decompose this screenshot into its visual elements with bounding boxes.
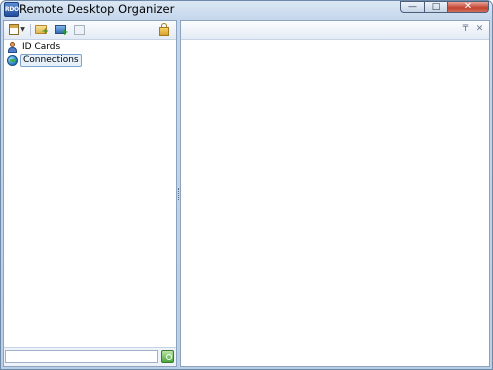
tree-item-label: Connections <box>20 53 82 67</box>
new-document-dropdown[interactable]: ▼ <box>19 23 26 36</box>
copy-icon <box>73 24 85 35</box>
filter-bar <box>4 347 176 366</box>
caption-buttons: — □ ✕ <box>400 1 489 13</box>
title-bar[interactable]: RDO Remote Desktop Organizer — □ ✕ <box>1 1 492 18</box>
session-pane-header: ₸ ✕ <box>181 21 489 40</box>
lock-button[interactable] <box>157 22 171 36</box>
tree-item-connections[interactable]: Connections <box>4 53 176 67</box>
id-card-icon <box>6 41 18 53</box>
new-folder-icon <box>35 25 49 37</box>
main-window: RDO Remote Desktop Organizer — □ ✕ ▼ + +… <box>0 0 493 370</box>
app-icon: RDO <box>4 2 19 17</box>
tree-item-id-cards[interactable]: ID Cards <box>4 41 176 53</box>
tree-item-label: ID Cards <box>22 41 61 52</box>
filter-input[interactable] <box>5 350 158 363</box>
new-connection-button[interactable] <box>53 23 69 38</box>
new-connection-icon <box>54 25 69 38</box>
session-pane: ₸ ✕ <box>180 20 490 367</box>
copy-button[interactable] <box>72 23 86 36</box>
pin-dropdown-icon[interactable]: ₸ <box>460 24 471 35</box>
close-button[interactable]: ✕ <box>448 1 489 13</box>
minimize-button[interactable]: — <box>400 1 425 13</box>
maximize-button[interactable]: □ <box>425 1 448 13</box>
filter-button[interactable] <box>161 350 174 363</box>
lock-icon <box>159 22 169 36</box>
connections-pane: ▼ ID Cards <box>3 20 177 367</box>
window-title: Remote Desktop Organizer <box>19 2 175 16</box>
toolbar-separator <box>30 24 31 36</box>
new-document-icon <box>9 24 19 35</box>
left-toolbar: ▼ <box>4 21 176 40</box>
close-pane-icon[interactable]: ✕ <box>474 24 485 35</box>
connection-tree: ID Cards Connections <box>4 40 176 67</box>
dropdown-arrow-icon: ▼ <box>20 26 25 33</box>
globe-icon <box>6 54 18 66</box>
new-folder-button[interactable] <box>34 23 49 37</box>
